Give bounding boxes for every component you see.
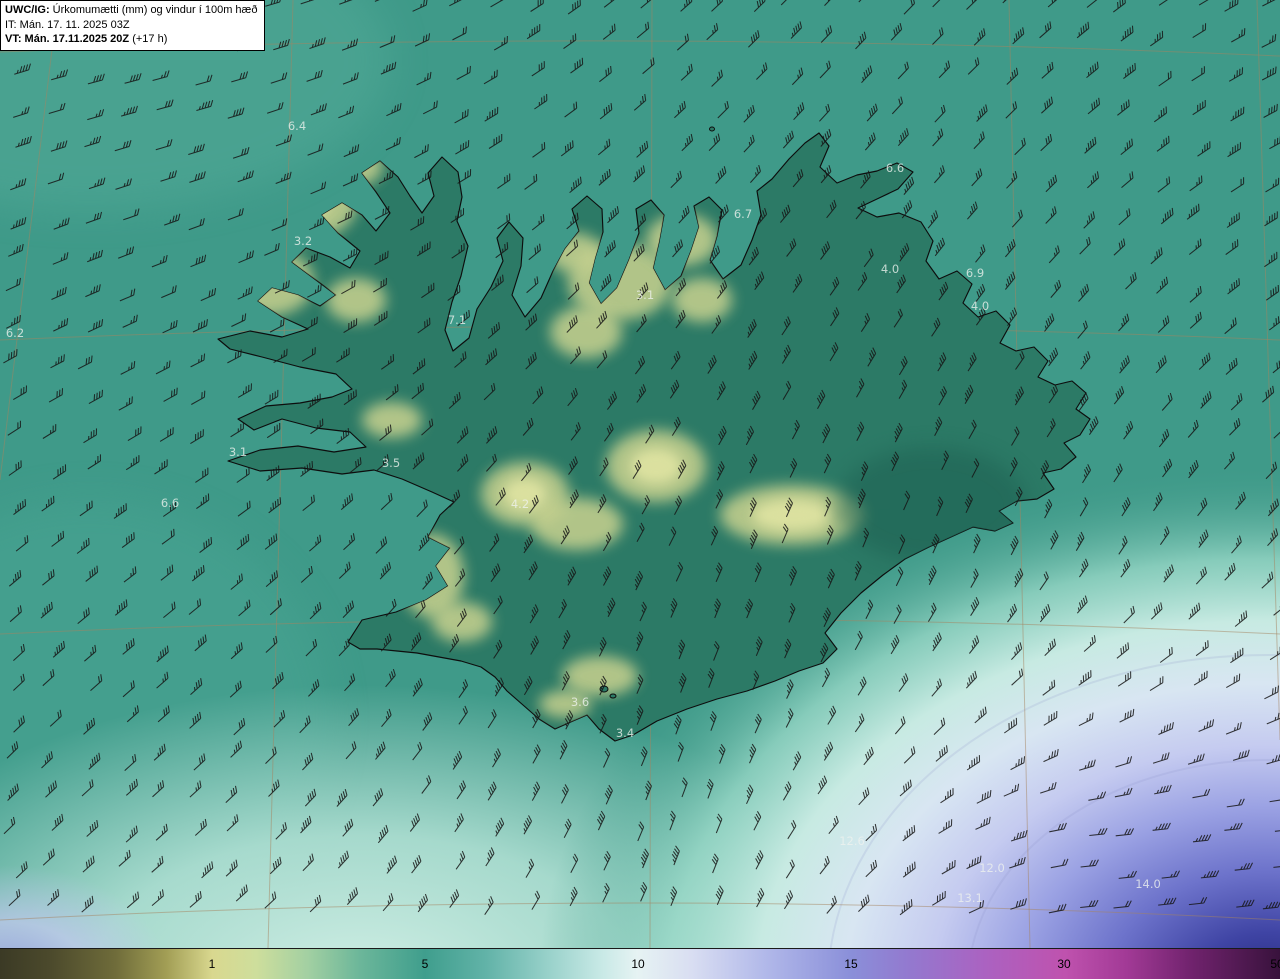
precip-value-label: 12.6 xyxy=(839,834,865,848)
precip-value-label: 6.6 xyxy=(161,496,179,510)
precip-value-label: 6.2 xyxy=(6,326,24,340)
forecast-map-page: 6.4 6.6 6.7 3.2 4.0 6.9 3.1 4.0 7.1 6.2 3.1 3.5 6.6 4… xyxy=(0,0,1280,979)
map-title-line: UWC/IG: Úrkomumætti (mm) og vindur í 100… xyxy=(5,3,257,18)
precip-value-label: 3.2 xyxy=(294,234,312,248)
colorbar-tick: 5 xyxy=(421,957,429,971)
init-time-line: IT: Mán. 17. 11. 2025 03Z xyxy=(5,18,257,33)
colorbar-tick: 30 xyxy=(1057,957,1071,971)
precip-value-label: 3.5 xyxy=(382,456,400,470)
colorbar-tick: 15 xyxy=(844,957,858,971)
precip-value-label: 6.6 xyxy=(886,161,904,175)
precip-value-label: 4.2 xyxy=(511,497,529,511)
colorbar-tick: 10 xyxy=(631,957,645,971)
precip-value-label: 12.0 xyxy=(979,861,1005,875)
map-canvas: 6.4 6.6 6.7 3.2 4.0 6.9 3.1 4.0 7.1 6.2 3.1 3.5 6.6 4… xyxy=(0,0,1280,948)
precip-value-label: 4.0 xyxy=(971,299,989,313)
valid-time-line: VT: Mán. 17.11.2025 20Z (+17 h) xyxy=(5,32,257,47)
precip-value-label: 3.4 xyxy=(616,726,634,740)
precip-value-label: 6.7 xyxy=(734,207,752,221)
precip-value-label: 3.1 xyxy=(636,288,654,302)
colorbar-legend: 1510153050 xyxy=(0,948,1280,979)
colorbar-tick: 1 xyxy=(208,957,216,971)
valid-time: VT: Mán. 17.11.2025 20Z xyxy=(5,33,130,46)
valid-time-offset: (+17 h) xyxy=(132,33,168,46)
precip-value-label: 14.0 xyxy=(1135,877,1161,891)
precip-value-label: 3.6 xyxy=(571,695,589,709)
init-time: IT: Mán. 17. 11. 2025 03Z xyxy=(5,18,130,31)
map-title: Úrkomumætti (mm) og vindur í 100m hæð xyxy=(52,4,258,16)
precip-value-label: 6.4 xyxy=(288,119,306,133)
colorbar-tick: 50 xyxy=(1270,957,1280,971)
model-label: UWC/IG: xyxy=(5,4,50,16)
map-title-box: UWC/IG: Úrkomumætti (mm) og vindur í 100… xyxy=(0,0,266,51)
precip-value-label: 3.1 xyxy=(229,445,247,459)
precip-value-label: 4.0 xyxy=(881,262,899,276)
precip-value-label: 6.9 xyxy=(966,266,984,280)
precip-value-label: 13.1 xyxy=(957,891,983,905)
precip-value-label: 7.1 xyxy=(448,313,466,327)
